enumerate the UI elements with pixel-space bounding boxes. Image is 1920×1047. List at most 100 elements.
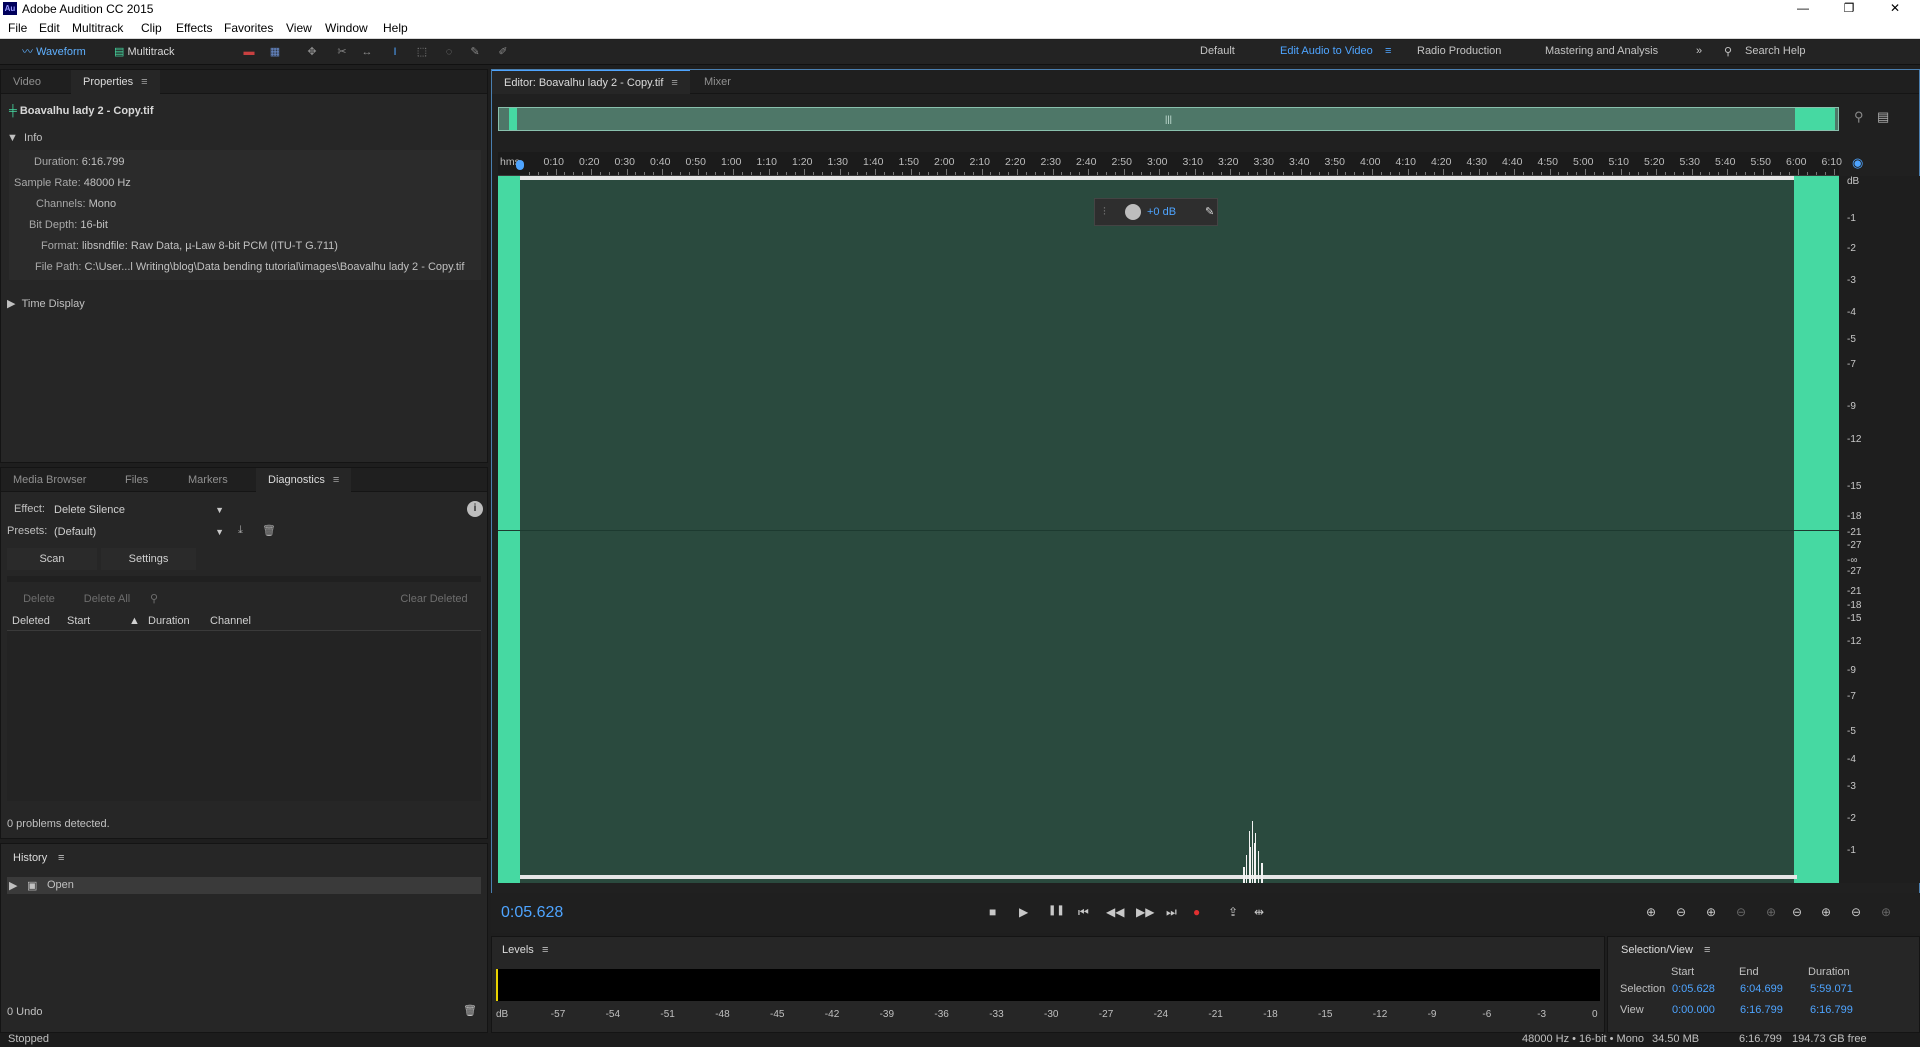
info-section-header[interactable]: ▼ Info [7, 132, 42, 144]
zoom-in-left-icon[interactable]: ⊕ [1821, 905, 1831, 919]
trash-icon[interactable]: 🗑 [262, 524, 276, 537]
panel-menu-icon[interactable]: ≡ [58, 852, 64, 864]
time-display-section-header[interactable]: ▶ Time Display [7, 297, 85, 310]
healing-tool-icon[interactable]: ✐ [496, 46, 510, 58]
brush-tool-icon[interactable]: ✎ [468, 46, 482, 58]
razor-tool-icon[interactable]: ✂ [335, 46, 349, 58]
zoom-reset-icon[interactable]: ⊕ [1881, 905, 1891, 919]
tab-video[interactable]: Video [1, 70, 53, 94]
list-icon[interactable]: ▤ [1877, 109, 1889, 125]
zoom-in-right-icon[interactable]: ⊖ [1851, 905, 1861, 919]
workspace-default[interactable]: Default [1200, 45, 1235, 57]
zoom-selection-icon[interactable]: ⊖ [1792, 905, 1802, 919]
panel-menu-icon[interactable]: ≡ [333, 474, 339, 486]
time-ruler[interactable]: hms 0:10 0:20 0:30 0:40 0:50 1:00 1:10 1:20 1:30 1… [498, 152, 1842, 176]
view-start[interactable]: 0:00.000 [1672, 1004, 1715, 1016]
waveform-button[interactable]: 〰 Waveform [22, 44, 86, 61]
playhead-icon[interactable] [516, 160, 524, 170]
close-icon[interactable]: ✕ [1872, 0, 1918, 17]
menu-clip[interactable]: Clip [141, 21, 162, 35]
zoom-icon[interactable]: ⚲ [1854, 109, 1864, 125]
tab-editor[interactable]: Editor: Boavalhu lady 2 - Copy.tif ≡ [492, 70, 690, 94]
settings-button[interactable]: Settings [101, 548, 196, 570]
effect-dropdown[interactable]: Delete Silence ▼ [54, 502, 224, 518]
gain-hud[interactable]: ⫶ +0 dB ✎ [1094, 198, 1218, 226]
zoom-in-time-icon[interactable]: ⊕ [1706, 905, 1716, 919]
workspace-mastering[interactable]: Mastering and Analysis [1545, 45, 1658, 57]
maximize-icon[interactable]: ❐ [1826, 0, 1872, 17]
tab-media-browser[interactable]: Media Browser [1, 468, 98, 492]
panel-menu-icon[interactable]: ≡ [1704, 944, 1710, 956]
move-tool-icon[interactable]: ✥ [305, 46, 319, 58]
stop-button[interactable]: ■ [989, 905, 996, 919]
tab-markers[interactable]: Markers [176, 468, 240, 492]
zoom-in-amplitude-icon[interactable]: ⊕ [1646, 905, 1656, 919]
overview-grip-icon[interactable]: ||| [1165, 114, 1172, 124]
menu-edit[interactable]: Edit [39, 21, 60, 35]
info-icon[interactable]: i [467, 501, 483, 517]
minimize-icon[interactable]: — [1780, 0, 1826, 17]
menu-multitrack[interactable]: Multitrack [72, 21, 123, 35]
pin-icon[interactable]: ✎ [1205, 205, 1214, 218]
overview-selection-right[interactable] [1795, 108, 1835, 130]
panel-menu-icon[interactable]: ≡ [141, 76, 147, 88]
trash-icon[interactable]: 🗑 [463, 1004, 477, 1017]
column-start[interactable]: Start [67, 615, 90, 627]
zoom-full-icon[interactable]: ⊕ [1766, 905, 1776, 919]
menu-window[interactable]: Window [325, 21, 368, 35]
save-preset-icon[interactable]: ⤓ [238, 524, 243, 537]
zoom-icon[interactable]: ⚲ [146, 588, 162, 610]
zoom-out-amplitude-icon[interactable]: ⊖ [1676, 905, 1686, 919]
time-selection-tool-icon[interactable]: I [388, 46, 402, 58]
slip-tool-icon[interactable]: ↔ [360, 46, 374, 58]
skip-selection-button[interactable]: ⇹ [1254, 905, 1264, 919]
overview-bar[interactable]: ||| [498, 107, 1839, 131]
column-deleted[interactable]: Deleted [12, 615, 50, 627]
scan-button[interactable]: Scan [7, 548, 97, 570]
column-channel[interactable]: Channel [210, 615, 251, 627]
overview-selection-left[interactable] [509, 108, 517, 130]
presets-dropdown[interactable]: (Default) ▼ [54, 524, 224, 540]
spectral-pitch-icon[interactable]: ▦ [268, 46, 282, 58]
gain-knob-icon[interactable] [1125, 204, 1141, 220]
view-end[interactable]: 6:16.799 [1740, 1004, 1783, 1016]
skip-end-button[interactable]: ⏭ [1166, 905, 1177, 920]
tab-files[interactable]: Files [113, 468, 160, 492]
panel-menu-icon[interactable]: ≡ [671, 77, 677, 89]
multitrack-button[interactable]: ▤ Multitrack [114, 44, 175, 61]
menu-file[interactable]: File [8, 21, 27, 35]
rewind-button[interactable]: ◀◀ [1106, 905, 1124, 919]
delete-button[interactable]: Delete [11, 588, 67, 610]
fast-forward-button[interactable]: ▶▶ [1136, 905, 1154, 919]
record-button[interactable]: ● [1193, 905, 1200, 919]
workspace-overflow[interactable]: » [1696, 45, 1702, 57]
menu-favorites[interactable]: Favorites [224, 21, 273, 35]
selection-end[interactable]: 6:04.699 [1740, 983, 1783, 995]
column-duration[interactable]: Duration [148, 615, 190, 627]
view-duration[interactable]: 6:16.799 [1810, 1004, 1853, 1016]
skip-start-button[interactable]: ⏮ [1078, 905, 1089, 920]
tab-diagnostics[interactable]: Diagnostics ≡ [256, 468, 352, 492]
delete-all-button[interactable]: Delete All [77, 588, 137, 610]
current-time[interactable]: 0:05.628 [501, 904, 563, 922]
menu-help[interactable]: Help [383, 21, 408, 35]
marquee-tool-icon[interactable]: ⬚ [415, 46, 429, 58]
play-button[interactable]: ▶ [1019, 905, 1028, 919]
selection-start[interactable]: 0:05.628 [1672, 983, 1715, 995]
search-help-input[interactable]: Search Help [1745, 45, 1806, 57]
menu-view[interactable]: View [286, 21, 312, 35]
tab-properties[interactable]: Properties ≡ [71, 70, 160, 94]
panel-menu-icon[interactable]: ≡ [542, 944, 548, 956]
workspace-menu-icon[interactable]: ≡ [1385, 45, 1391, 57]
pause-button[interactable]: ❚❚ [1048, 905, 1065, 916]
workspace-radio-production[interactable]: Radio Production [1417, 45, 1501, 57]
loop-button[interactable]: ⇪ [1228, 905, 1238, 919]
lasso-tool-icon[interactable]: ◌ [442, 46, 456, 58]
snap-icon[interactable]: ◉ [1852, 155, 1863, 171]
history-item[interactable]: ▶ ▣ Open [7, 877, 481, 894]
clear-deleted-button[interactable]: Clear Deleted [393, 588, 475, 610]
menu-effects[interactable]: Effects [176, 21, 212, 35]
zoom-out-time-icon[interactable]: ⊖ [1736, 905, 1746, 919]
selection-duration[interactable]: 5:59.071 [1810, 983, 1853, 995]
spectral-frequency-icon[interactable]: ▬ [242, 46, 256, 58]
